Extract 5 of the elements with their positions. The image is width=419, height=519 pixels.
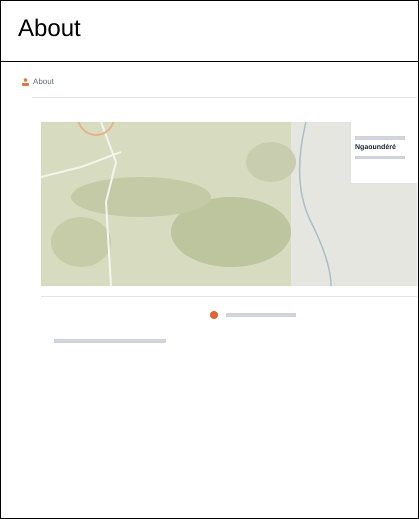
cell-title: About bbox=[18, 15, 81, 42]
alert-icon bbox=[210, 311, 218, 319]
person-icon bbox=[22, 78, 29, 86]
section-heading: About bbox=[33, 76, 54, 88]
blurred-text bbox=[226, 313, 296, 317]
